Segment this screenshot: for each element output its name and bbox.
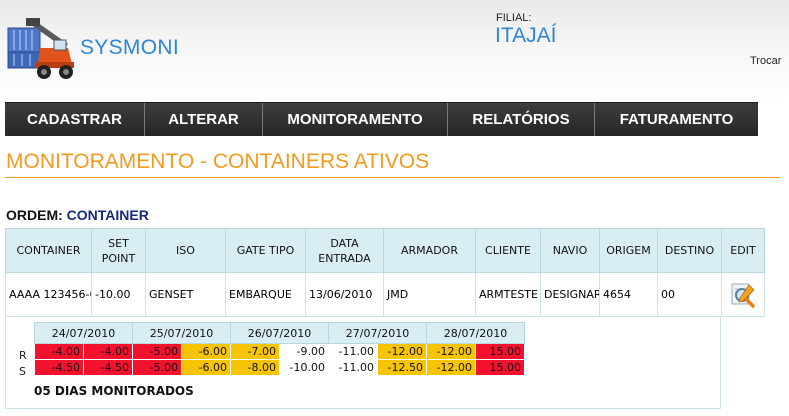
nav-monitoramento[interactable]: MONITORAMENTO — [263, 103, 448, 136]
cell-destino: 00 — [657, 272, 722, 317]
cell-iso: GENSET — [145, 272, 226, 317]
reading-cell: -11.00 — [328, 343, 378, 360]
filial-label: FILIAL: — [496, 12, 532, 24]
filial-value: ITAJAÍ — [495, 24, 557, 47]
title-divider — [5, 177, 780, 178]
monitoring-grid: 24/07/2010 25/07/2010 26/07/2010 27/07/2… — [34, 322, 525, 376]
reading-cell: -4.00 — [83, 343, 133, 360]
cell-set-point: -10.00 — [91, 272, 146, 317]
reading-cell: -8.00 — [230, 359, 280, 376]
cell-gate-tipo: EMBARQUE — [225, 272, 306, 317]
nav-cadastrar[interactable]: CADASTRAR — [5, 103, 145, 136]
day-header: 26/07/2010 — [230, 322, 329, 344]
cell-container: AAAA 123456-6 — [5, 272, 92, 317]
col-navio[interactable]: NAVIO — [540, 228, 600, 273]
reading-cell: -4.00 — [34, 343, 84, 360]
cell-origem: 4654 — [599, 272, 658, 317]
reading-cell: -10.00 — [279, 359, 329, 376]
reading-cell: -4.50 — [34, 359, 84, 376]
col-iso[interactable]: ISO — [145, 228, 226, 273]
reading-row-r: -4.00 -4.00 -5.00 -6.00 -7.00 -9.00 -11.… — [34, 343, 525, 360]
trocar-link[interactable]: Trocar — [750, 55, 781, 67]
reading-cell: -12.00 — [377, 343, 427, 360]
cell-navio: DESIGNAR — [540, 272, 600, 317]
cell-edit — [721, 272, 765, 317]
page-header: SYSMONI FILIAL: ITAJAÍ Trocar — [0, 0, 789, 100]
col-destino[interactable]: DESTINO — [657, 228, 722, 273]
reading-cell: -7.00 — [230, 343, 280, 360]
col-data-entrada[interactable]: DATA ENTRADA — [305, 228, 384, 273]
nav-faturamento[interactable]: FATURAMENTO — [595, 103, 758, 136]
page-title: MONITORAMENTO - CONTAINERS ATIVOS — [6, 150, 430, 173]
reading-cell: -6.00 — [181, 343, 231, 360]
reading-cell: -12.00 — [426, 359, 476, 376]
main-nav: CADASTRAR ALTERAR MONITORAMENTO RELATÓRI… — [5, 102, 758, 136]
col-edit: EDIT — [721, 228, 765, 273]
reading-cell: -4.50 — [83, 359, 133, 376]
row-label-s: S — [19, 365, 26, 378]
ordem-label: ORDEM: — [6, 207, 63, 223]
day-header: 25/07/2010 — [132, 322, 231, 344]
reach-stacker-logo-icon — [7, 18, 74, 79]
reading-cell: -11.00 — [328, 359, 378, 376]
row-label-r: R — [19, 349, 27, 362]
reading-cell: -9.00 — [279, 343, 329, 360]
app-name: SYSMONI — [80, 36, 179, 59]
col-cliente[interactable]: CLIENTE — [475, 228, 541, 273]
day-header-row: 24/07/2010 25/07/2010 26/07/2010 27/07/2… — [34, 322, 525, 344]
reading-cell: -6.00 — [181, 359, 231, 376]
nav-alterar[interactable]: ALTERAR — [145, 103, 263, 136]
nav-relatorios[interactable]: RELATÓRIOS — [448, 103, 595, 136]
col-armador[interactable]: ARMADOR — [383, 228, 476, 273]
cell-armador: JMD — [383, 272, 476, 317]
table-header-row: CONTAINER SET POINT ISO GATE TIPO DATA E… — [5, 228, 765, 273]
reading-cell: 15.00 — [475, 359, 525, 376]
reading-cell: -5.00 — [132, 343, 182, 360]
reading-row-s: -4.50 -4.50 -5.00 -6.00 -8.00 -10.00 -11… — [34, 359, 525, 376]
reading-cell: -12.50 — [377, 359, 427, 376]
col-container[interactable]: CONTAINER — [5, 228, 92, 273]
cell-data-entrada: 13/06/2010 — [305, 272, 384, 317]
cell-cliente: ARMTESTE — [475, 272, 541, 317]
containers-table: CONTAINER SET POINT ISO GATE TIPO DATA E… — [5, 228, 765, 317]
monitored-days-summary: 05 DIAS MONITORADOS — [34, 384, 194, 398]
table-row: AAAA 123456-6 -10.00 GENSET EMBARQUE 13/… — [5, 272, 765, 317]
magnifier-pencil-icon[interactable] — [729, 281, 757, 309]
col-gate-tipo[interactable]: GATE TIPO — [225, 228, 306, 273]
day-header: 28/07/2010 — [426, 322, 525, 344]
reading-cell: 15.00 — [475, 343, 525, 360]
col-origem[interactable]: ORIGEM — [599, 228, 658, 273]
reading-cell: -5.00 — [132, 359, 182, 376]
reading-cell: -12.00 — [426, 343, 476, 360]
day-header: 27/07/2010 — [328, 322, 427, 344]
ordem-value[interactable]: CONTAINER — [67, 207, 149, 223]
col-set-point[interactable]: SET POINT — [91, 228, 146, 273]
sort-order: ORDEM: CONTAINER — [6, 207, 149, 223]
day-header: 24/07/2010 — [34, 322, 133, 344]
